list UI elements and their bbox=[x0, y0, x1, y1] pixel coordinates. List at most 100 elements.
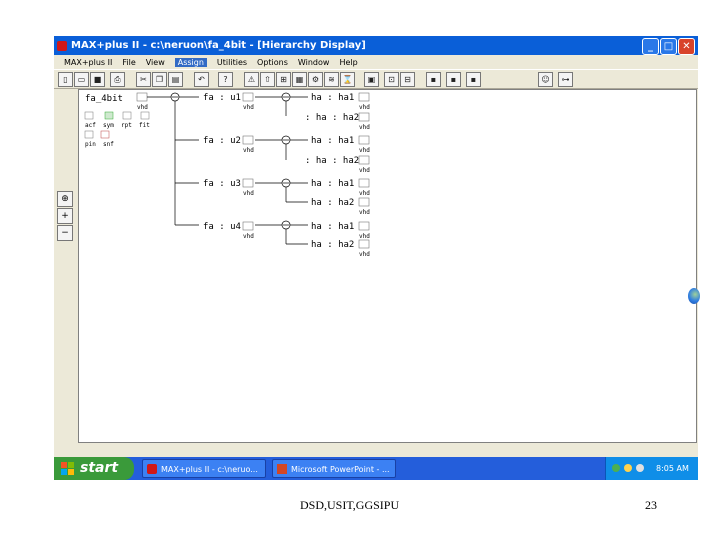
svg-text:vhd: vhd bbox=[359, 233, 370, 240]
programmer-icon[interactable]: ▣ bbox=[364, 72, 379, 87]
tree-view-icon[interactable]: ⊶ bbox=[558, 72, 573, 87]
security-tray-icon[interactable] bbox=[624, 464, 632, 472]
start-button[interactable]: start bbox=[54, 457, 134, 480]
menu-file[interactable]: File bbox=[122, 58, 135, 67]
leaf-u2-ha1[interactable]: ha : ha1 vhd bbox=[311, 135, 370, 154]
leaf-u2-ha2[interactable]: : ha : ha2 vhd bbox=[305, 155, 370, 174]
network-tray-icon[interactable] bbox=[612, 464, 620, 472]
paste-icon[interactable]: ▤ bbox=[168, 72, 183, 87]
leaf-u4-ha2[interactable]: ha : ha2 vhd bbox=[311, 239, 370, 258]
system-tray: 8:05 AM bbox=[605, 457, 698, 480]
copy-icon[interactable]: ❐ bbox=[152, 72, 167, 87]
task-maxplus[interactable]: MAX+plus II - c:\neruo... bbox=[142, 459, 266, 478]
compiler-icon[interactable]: ⚙ bbox=[308, 72, 323, 87]
title-bar[interactable]: MAX+plus II - c:\neruon\fa_4bit - [Hiera… bbox=[54, 36, 698, 55]
sym-file-icon[interactable] bbox=[104, 111, 114, 120]
menu-window[interactable]: Window bbox=[298, 58, 330, 67]
warning-icon[interactable]: ⚠ bbox=[244, 72, 259, 87]
window-title: MAX+plus II - c:\neruon\fa_4bit - [Hiera… bbox=[71, 40, 366, 51]
svg-text:fa : u4: fa : u4 bbox=[203, 222, 241, 232]
svg-text:fa : u1: fa : u1 bbox=[203, 93, 241, 103]
node-fa-u2[interactable]: fa : u2 vhd bbox=[203, 135, 254, 154]
footer-text: DSD,USIT,GGSIPU bbox=[300, 498, 400, 512]
simulator-icon[interactable]: ≋ bbox=[324, 72, 339, 87]
node-fa-u4[interactable]: fa : u4 vhd bbox=[203, 221, 254, 240]
tree-icon[interactable]: ⊟ bbox=[400, 72, 415, 87]
close-button[interactable]: ✕ bbox=[678, 38, 695, 55]
minimize-button[interactable]: _ bbox=[642, 38, 659, 55]
root-file-icon[interactable] bbox=[136, 92, 148, 102]
assign-icon[interactable]: ⊡ bbox=[384, 72, 399, 87]
menu-assign[interactable]: Assign bbox=[174, 57, 207, 67]
clock[interactable]: 8:05 AM bbox=[656, 457, 689, 480]
menu-utilities[interactable]: Utilities bbox=[217, 58, 247, 67]
hierarchy-up-icon[interactable]: ⇧ bbox=[260, 72, 275, 87]
zoom-in-icon[interactable]: + bbox=[57, 208, 73, 224]
person-icon[interactable]: ☺ bbox=[538, 72, 553, 87]
chip-alt-icon[interactable]: ▪ bbox=[466, 72, 481, 87]
help-pointer-icon[interactable]: ? bbox=[218, 72, 233, 87]
menu-options[interactable]: Options bbox=[257, 58, 288, 67]
task-powerpoint-label: Microsoft PowerPoint - ... bbox=[291, 465, 390, 474]
cut-icon[interactable]: ✂ bbox=[136, 72, 151, 87]
node-fa-u1[interactable]: fa : u1 vhd bbox=[203, 92, 254, 111]
root-file-label: vhd bbox=[137, 104, 148, 111]
maximize-button[interactable]: □ bbox=[660, 38, 677, 55]
svg-text:vhd: vhd bbox=[359, 167, 370, 174]
leaf-u3-ha1[interactable]: ha : ha1 vhd bbox=[311, 178, 370, 197]
save-icon[interactable]: ■ bbox=[90, 72, 105, 87]
rpt-file-icon[interactable] bbox=[122, 111, 132, 120]
svg-text:ha : ha1: ha : ha1 bbox=[311, 222, 354, 232]
svg-text:vhd: vhd bbox=[359, 209, 370, 216]
hierarchy-icon[interactable]: ⊞ bbox=[276, 72, 291, 87]
snf-file-icon[interactable] bbox=[100, 130, 110, 139]
start-label: start bbox=[80, 460, 119, 476]
undo-icon[interactable]: ↶ bbox=[194, 72, 209, 87]
side-toolbar: ⊕ + − bbox=[54, 89, 76, 441]
svg-text:vhd: vhd bbox=[359, 104, 370, 111]
menu-bar: MAX+plus II File View Assign Utilities O… bbox=[54, 55, 698, 69]
svg-text:vhd: vhd bbox=[243, 233, 254, 240]
svg-text:ha : ha2: ha : ha2 bbox=[311, 240, 354, 250]
open-file-icon[interactable]: ▭ bbox=[74, 72, 89, 87]
svg-text:fa : u2: fa : u2 bbox=[203, 136, 241, 146]
hierarchy-canvas: fa_4bit vhd acf sym rpt fit pin snf fa :… bbox=[78, 89, 697, 443]
zoom-out-icon[interactable]: − bbox=[57, 225, 73, 241]
page-number: 23 bbox=[645, 498, 657, 512]
leaf-u3-ha2[interactable]: ha : ha2 vhd bbox=[311, 197, 370, 216]
task-powerpoint[interactable]: Microsoft PowerPoint - ... bbox=[272, 459, 396, 478]
floorplan-icon[interactable]: ▦ bbox=[292, 72, 307, 87]
leaf-u1-ha1[interactable]: ha : ha1 vhd bbox=[311, 92, 370, 111]
extra-label-snf: snf bbox=[103, 141, 114, 148]
svg-text:ha : ha1: ha : ha1 bbox=[311, 93, 354, 103]
svg-text:vhd: vhd bbox=[243, 104, 254, 111]
volume-tray-icon[interactable] bbox=[636, 464, 644, 472]
zoom-fit-icon[interactable]: ⊕ bbox=[57, 191, 73, 207]
chip-icon[interactable]: ▪ bbox=[446, 72, 461, 87]
leaf-u4-ha1[interactable]: ha : ha1 vhd bbox=[311, 221, 370, 240]
svg-text:ha : ha1: ha : ha1 bbox=[311, 179, 354, 189]
maxplus-app-icon bbox=[57, 40, 67, 51]
pin-file-icon[interactable] bbox=[84, 130, 94, 139]
red-chip-icon[interactable]: ▪ bbox=[426, 72, 441, 87]
maxplus-task-icon bbox=[147, 464, 157, 474]
node-fa-u3[interactable]: fa : u3 vhd bbox=[203, 178, 254, 197]
menu-view[interactable]: View bbox=[146, 58, 165, 67]
menu-help[interactable]: Help bbox=[339, 58, 357, 67]
svg-text:vhd: vhd bbox=[359, 147, 370, 154]
root-node-label[interactable]: fa_4bit bbox=[85, 94, 123, 104]
toolbar: ▯ ▭ ■ ⎙ ✂ ❐ ▤ ↶ ? ⚠ ⇧ ⊞ ▦ ⚙ ≋ ⌛ ▣ ⊡ ⊟ ▪ … bbox=[54, 69, 698, 89]
print-icon[interactable]: ⎙ bbox=[110, 72, 125, 87]
fit-file-icon[interactable] bbox=[140, 111, 150, 120]
hierarchy-tree: fa_4bit vhd acf sym rpt fit pin snf fa :… bbox=[84, 92, 370, 258]
menu-maxplus[interactable]: MAX+plus II bbox=[64, 58, 112, 67]
acf-file-icon[interactable] bbox=[84, 111, 94, 120]
task-maxplus-label: MAX+plus II - c:\neruo... bbox=[161, 465, 258, 474]
new-file-icon[interactable]: ▯ bbox=[58, 72, 73, 87]
extra-label-fit: fit bbox=[139, 122, 150, 129]
windows-logo-icon bbox=[61, 462, 74, 475]
maxplus-window: MAX+plus II - c:\neruon\fa_4bit - [Hiera… bbox=[54, 36, 698, 480]
leaf-u1-ha2[interactable]: : ha : ha2 vhd bbox=[305, 112, 370, 131]
taskbar: start MAX+plus II - c:\neruo... Microsof… bbox=[54, 457, 698, 480]
timing-icon[interactable]: ⌛ bbox=[340, 72, 355, 87]
